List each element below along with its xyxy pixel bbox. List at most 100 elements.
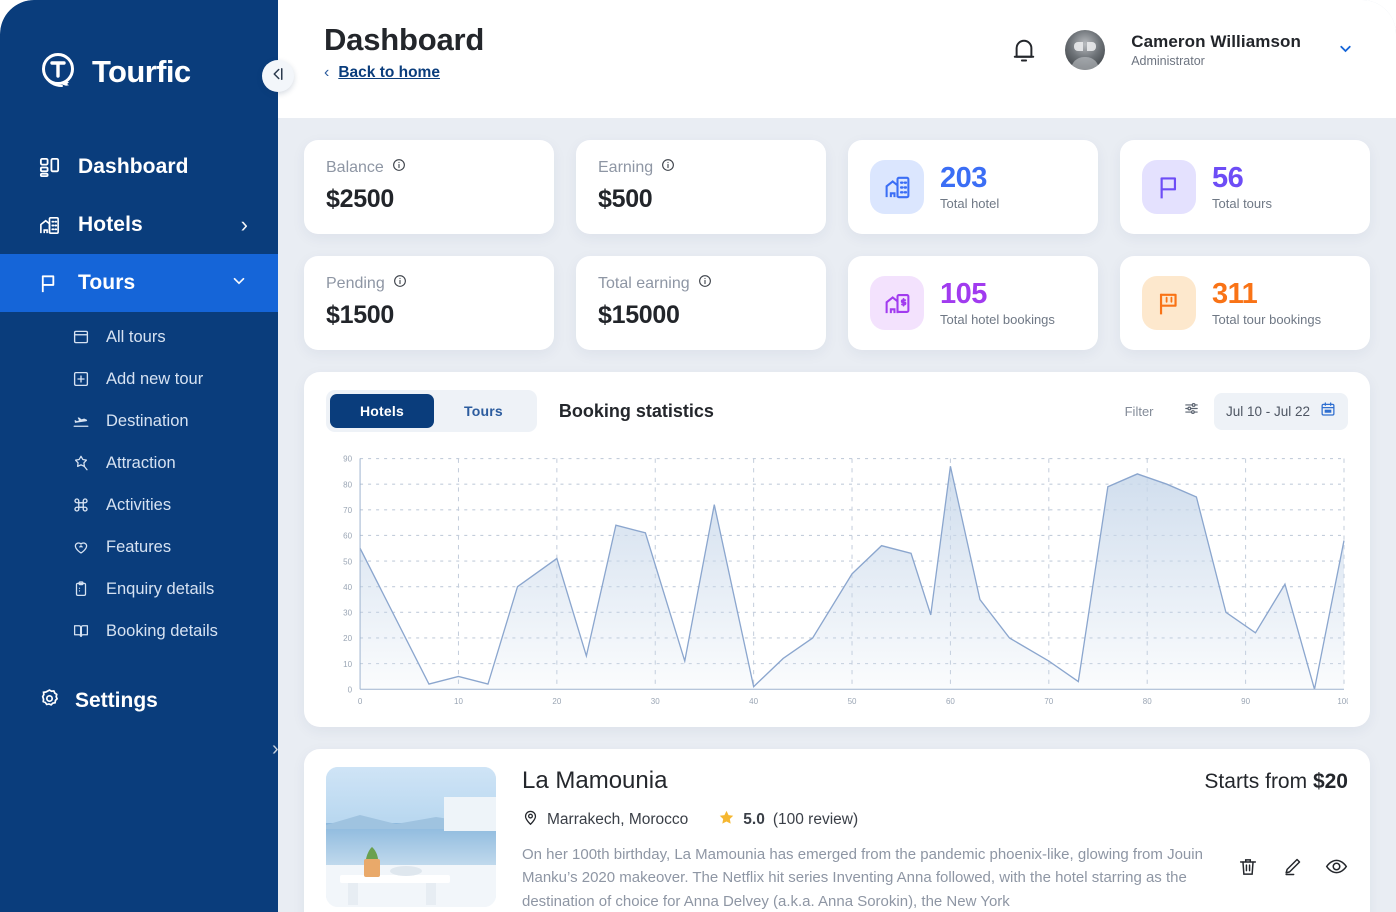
hotel-listing-card: La Mamounia Starts from $20 Marrakech, M… <box>304 749 1370 912</box>
eye-icon[interactable] <box>1325 855 1348 883</box>
listing-location-text: Marrakech, Morocco <box>547 811 689 828</box>
listing-body: La Mamounia Starts from $20 Marrakech, M… <box>522 767 1348 912</box>
grid-dashboard-icon <box>38 156 64 179</box>
sidebar-subitem-features[interactable]: Features <box>0 526 278 568</box>
svg-text:0: 0 <box>358 697 363 706</box>
stat-value: 105 <box>940 277 987 310</box>
stats-grid-row1: Balance $2500 Earning $500 203 Total hot… <box>304 140 1370 234</box>
svg-text:10: 10 <box>343 660 352 669</box>
user-name: Cameron Williamson <box>1131 32 1301 51</box>
sidebar-item-settings[interactable]: Settings <box>0 670 278 732</box>
sidebar-item-dashboard[interactable]: Dashboard <box>0 138 278 196</box>
chevron-right-icon: › <box>240 212 248 237</box>
window-icon <box>72 328 94 346</box>
sidebar-item-label: Settings <box>75 689 158 712</box>
stat-card-total-tours: 56 Total tours <box>1120 140 1370 234</box>
sidebar-subitem-add-new-tour[interactable]: Add new tour <box>0 358 278 400</box>
command-icon <box>72 496 94 514</box>
chevron-down-icon <box>230 272 248 295</box>
svg-text:30: 30 <box>651 697 660 706</box>
svg-text:90: 90 <box>1241 697 1250 706</box>
stat-card-total-hotel-bookings: 105 Total hotel bookings <box>848 256 1098 350</box>
stat-label: Total tours <box>1212 196 1272 212</box>
stat-card-total-hotel: 203 Total hotel <box>848 140 1098 234</box>
stat-value: 311 <box>1212 277 1258 310</box>
sidebar-collapse-button[interactable] <box>262 60 294 92</box>
back-to-home-link[interactable]: Back to home <box>338 64 440 82</box>
svg-text:40: 40 <box>749 697 758 706</box>
listing-price: Starts from $20 <box>1204 770 1348 794</box>
pencil-icon[interactable] <box>1281 856 1303 883</box>
tourfic-logo-icon <box>38 50 82 94</box>
sidebar-subitem-label: Enquiry details <box>106 579 215 598</box>
sidebar-subitem-booking-details[interactable]: Booking details <box>0 610 278 652</box>
price-value: $20 <box>1312 770 1348 793</box>
main-area: Dashboard ‹ Back to home Cameron William… <box>278 0 1396 912</box>
date-range-picker[interactable]: Jul 10 - Jul 22 <box>1213 392 1348 430</box>
sidebar-subitem-all-tours[interactable]: All tours <box>0 316 278 358</box>
tab-tours[interactable]: Tours <box>434 394 533 428</box>
stat-card-total-tour-bookings: 311 Total tour bookings <box>1120 256 1370 350</box>
stat-value: $500 <box>598 185 653 213</box>
svg-text:100: 100 <box>1337 697 1348 706</box>
svg-text:80: 80 <box>343 480 352 489</box>
info-circle-icon[interactable] <box>698 274 712 293</box>
sidebar-subitem-label: All tours <box>106 327 166 346</box>
svg-text:50: 50 <box>848 697 857 706</box>
calendar-icon <box>1320 401 1336 422</box>
info-circle-icon[interactable] <box>392 158 406 177</box>
stat-card-total-earning: Total earning $15000 <box>576 256 826 350</box>
listing-rating: 5.0 (100 review) <box>718 809 858 831</box>
stat-label: Total tour bookings <box>1212 312 1322 328</box>
trash-icon[interactable] <box>1237 856 1259 883</box>
sidebar: Tourfic Dashboard Hotels › Tours All tou… <box>0 0 278 912</box>
filter-button[interactable]: Filter <box>1125 400 1200 422</box>
stat-value: $1500 <box>326 301 395 329</box>
chart-tabs: Hotels Tours <box>326 390 537 432</box>
stat-card-balance: Balance $2500 <box>304 140 554 234</box>
listing-actions <box>1237 843 1348 883</box>
sidebar-subitem-destination[interactable]: Destination <box>0 400 278 442</box>
rating-value: 5.0 <box>743 811 765 828</box>
avatar[interactable] <box>1065 30 1106 70</box>
user-role: Administrator <box>1131 54 1205 68</box>
listing-description: On her 100th birthday, La Mamounia has e… <box>522 846 1203 910</box>
sidebar-nav: Dashboard Hotels › Tours All tours Add n… <box>0 138 278 732</box>
svg-text:40: 40 <box>343 583 352 592</box>
filter-label: Filter <box>1124 403 1154 419</box>
flag-money-icon <box>1142 276 1196 330</box>
sidebar-item-tours[interactable]: Tours <box>0 254 278 312</box>
svg-text:30: 30 <box>343 608 352 617</box>
stat-card-pending: Pending $1500 <box>304 256 554 350</box>
sidebar-item-hotels[interactable]: Hotels › <box>0 196 278 254</box>
hotel-money-icon <box>870 276 924 330</box>
info-circle-icon[interactable] <box>393 274 407 293</box>
stats-grid-row2: Pending $1500 Total earning $15000 105 T… <box>304 256 1370 350</box>
svg-text:10: 10 <box>454 697 463 706</box>
brand-logo[interactable]: Tourfic <box>0 0 278 94</box>
stat-label: Total earning <box>598 274 690 292</box>
app-window: Tourfic Dashboard Hotels › Tours All tou… <box>0 0 1396 912</box>
sidebar-subitem-enquiry-details[interactable]: Enquiry details <box>0 568 278 610</box>
notification-bell-icon[interactable] <box>1009 34 1039 66</box>
listing-thumbnail[interactable] <box>326 767 496 907</box>
stat-label: Total hotel <box>940 196 1000 212</box>
panel-title: Booking statistics <box>558 400 714 421</box>
tab-hotels[interactable]: Hotels <box>330 394 434 428</box>
gear-icon <box>38 687 61 715</box>
tours-submenu: All tours Add new tour Destination Attra… <box>0 312 278 666</box>
info-circle-icon[interactable] <box>661 158 675 177</box>
svg-text:60: 60 <box>343 531 352 540</box>
stat-card-earning: Earning $500 <box>576 140 826 234</box>
panel-tools: Filter Jul 10 - Jul 22 <box>1125 392 1348 430</box>
price-prefix: Starts from <box>1204 770 1308 793</box>
user-info: Cameron Williamson Administrator <box>1131 32 1301 68</box>
sidebar-subitem-attraction[interactable]: Attraction <box>0 442 278 484</box>
sidebar-subitem-activities[interactable]: Activities <box>0 484 278 526</box>
listing-title: La Mamounia <box>522 767 668 794</box>
sidebar-subitem-label: Destination <box>106 411 189 430</box>
chevron-down-icon[interactable] <box>1337 40 1354 61</box>
chevron-left-icon: ‹ <box>324 64 330 81</box>
sidebar-subitem-label: Booking details <box>106 621 218 640</box>
stat-value: 56 <box>1212 161 1244 194</box>
